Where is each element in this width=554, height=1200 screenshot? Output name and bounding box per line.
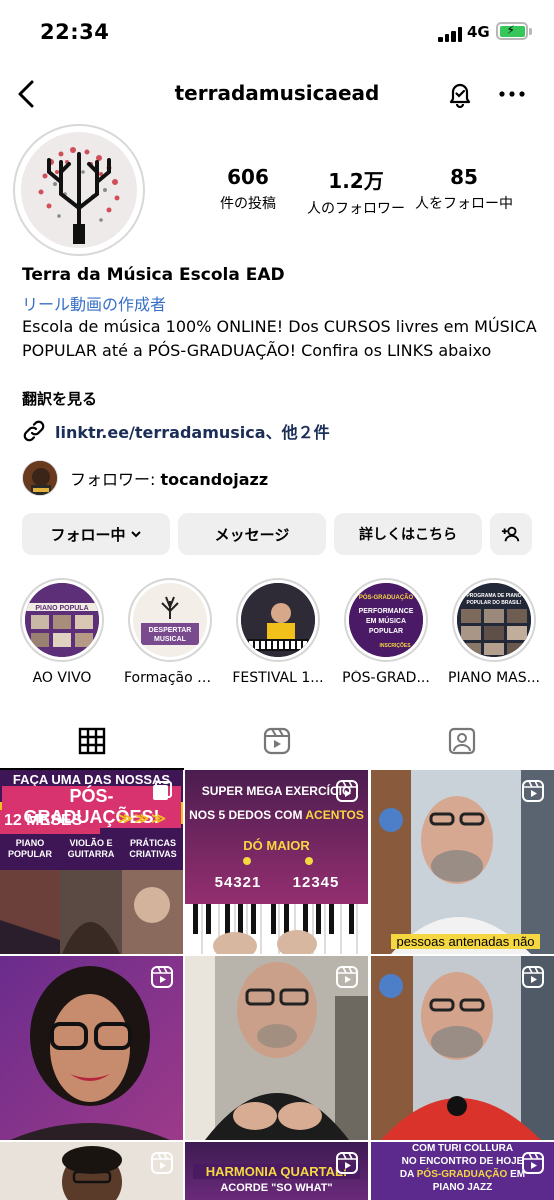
status-time: 22:34 (40, 20, 110, 44)
followers-stat[interactable]: 1.2万 人のフォロワー (304, 165, 408, 218)
svg-text:EM MÚSICA: EM MÚSICA (366, 616, 406, 625)
following-label: 人をフォロー中 (415, 196, 513, 212)
add-person-icon (501, 526, 520, 542)
reel-icon (336, 780, 358, 802)
link-icon (23, 420, 45, 442)
message-button[interactable]: メッセージ (178, 513, 326, 555)
svg-text:PIANO POPULA: PIANO POPULA (35, 605, 88, 612)
tagged-icon (448, 727, 476, 755)
profile-category: リール動画の作成者 (22, 295, 167, 314)
tree-logo-icon (21, 132, 137, 248)
profile-link-text: linktr.ee/terradamusica、他２件 (55, 423, 330, 442)
profile-bio: Escola de música 100% ONLINE! Dos CURSOS… (22, 317, 537, 360)
more-options-icon[interactable] (498, 88, 526, 100)
svg-text:POPULAR: POPULAR (369, 628, 403, 635)
tab-tagged[interactable] (370, 712, 554, 770)
post-tile[interactable] (371, 956, 554, 1140)
mutual-followers-text: フォロワー: tocandojazz (70, 470, 269, 489)
svg-text:PÓS-GRADUAÇÃO: PÓS-GRADUAÇÃO (359, 593, 414, 601)
profile-header: terradamusicaead (0, 66, 554, 122)
notification-bell-icon[interactable] (444, 78, 476, 110)
tab-posts-grid[interactable] (0, 712, 184, 770)
chevron-down-icon (130, 531, 141, 538)
highlight-formacao[interactable]: DESPERTAR MUSICAL Formação E... (124, 578, 216, 686)
post-tile[interactable] (0, 1142, 183, 1200)
post-tile[interactable]: HARMONIA QUARTAL: ACORDE "SO WHAT" (185, 1142, 368, 1200)
profile-tabs (0, 712, 554, 770)
battery-icon (496, 22, 528, 40)
svg-text:POPULAR DO BRASIL!: POPULAR DO BRASIL! (467, 600, 522, 606)
post-tile[interactable]: COM TURI COLLURA NO ENCONTRO DE HOJE DA … (371, 1142, 554, 1200)
svg-text:DESPERTAR: DESPERTAR (149, 627, 192, 634)
posts-stat: 606 件の投稿 (210, 165, 286, 213)
following-count: 85 (450, 165, 478, 189)
reel-icon (151, 1152, 173, 1174)
signal-icon (438, 26, 464, 42)
multi-post-icon (153, 781, 172, 800)
profile-link[interactable]: linktr.ee/terradamusica、他２件 (22, 418, 330, 444)
svg-text:PERFORMANCE: PERFORMANCE (359, 608, 414, 615)
reel-icon (522, 780, 544, 802)
see-translation-link[interactable]: 翻訳を見る (22, 388, 97, 409)
followers-count: 1.2万 (328, 169, 384, 193)
reel-icon (336, 1152, 358, 1174)
highlight-festival[interactable]: FESTIVAL 1... (232, 578, 324, 686)
status-bar: 22:34 4G (0, 0, 554, 66)
svg-text:INSCRIÇÕES: INSCRIÇÕES (379, 642, 411, 649)
followers-label: 人のフォロワー (307, 201, 405, 217)
reels-icon (263, 727, 291, 755)
tab-reels[interactable] (185, 712, 369, 770)
highlight-ao-vivo[interactable]: PIANO POPULA AO VIVO (16, 578, 108, 686)
suggest-people-button[interactable] (490, 513, 532, 555)
posts-label: 件の投稿 (220, 196, 276, 212)
following-stat[interactable]: 85 人をフォロー中 (412, 165, 516, 213)
highlight-pos-graduacao[interactable]: PÓS-GRADUAÇÃO PERFORMANCE EM MÚSICA POPU… (340, 578, 432, 686)
post-tile[interactable]: FAÇA UMA DAS NOSSAS PÓS-GRADUAÇÕES! 12 M… (0, 770, 183, 954)
mutual-followers[interactable]: フォロワー: tocandojazz (22, 459, 268, 497)
post-tile[interactable]: pessoas antenadas não (371, 770, 554, 954)
svg-text:MUSICAL: MUSICAL (154, 636, 187, 643)
post-tile[interactable] (0, 956, 183, 1140)
post-tile[interactable] (185, 956, 368, 1140)
profile-name: Terra da Música Escola EAD (22, 265, 285, 285)
reel-icon (522, 966, 544, 988)
grid-icon (78, 727, 106, 755)
mutual-follower-avatar (22, 460, 58, 496)
posts-count: 606 (227, 165, 269, 189)
reel-icon (336, 966, 358, 988)
network-type: 4G (467, 23, 490, 41)
svg-text:PROGRAMA DE PIANO: PROGRAMA DE PIANO (466, 593, 521, 599)
contact-button[interactable]: 詳しくはこちら (334, 513, 482, 555)
post-tile[interactable]: SUPER MEGA EXERCÍCIO NOS 5 DEDOS COM ACE… (185, 770, 368, 954)
highlight-piano-master[interactable]: PROGRAMA DE PIANO POPULAR DO BRASIL! PIA… (448, 578, 540, 686)
reel-icon (522, 1152, 544, 1174)
profile-avatar[interactable] (13, 124, 145, 256)
following-button[interactable]: フォロー中 (22, 513, 170, 555)
reel-icon (151, 966, 173, 988)
